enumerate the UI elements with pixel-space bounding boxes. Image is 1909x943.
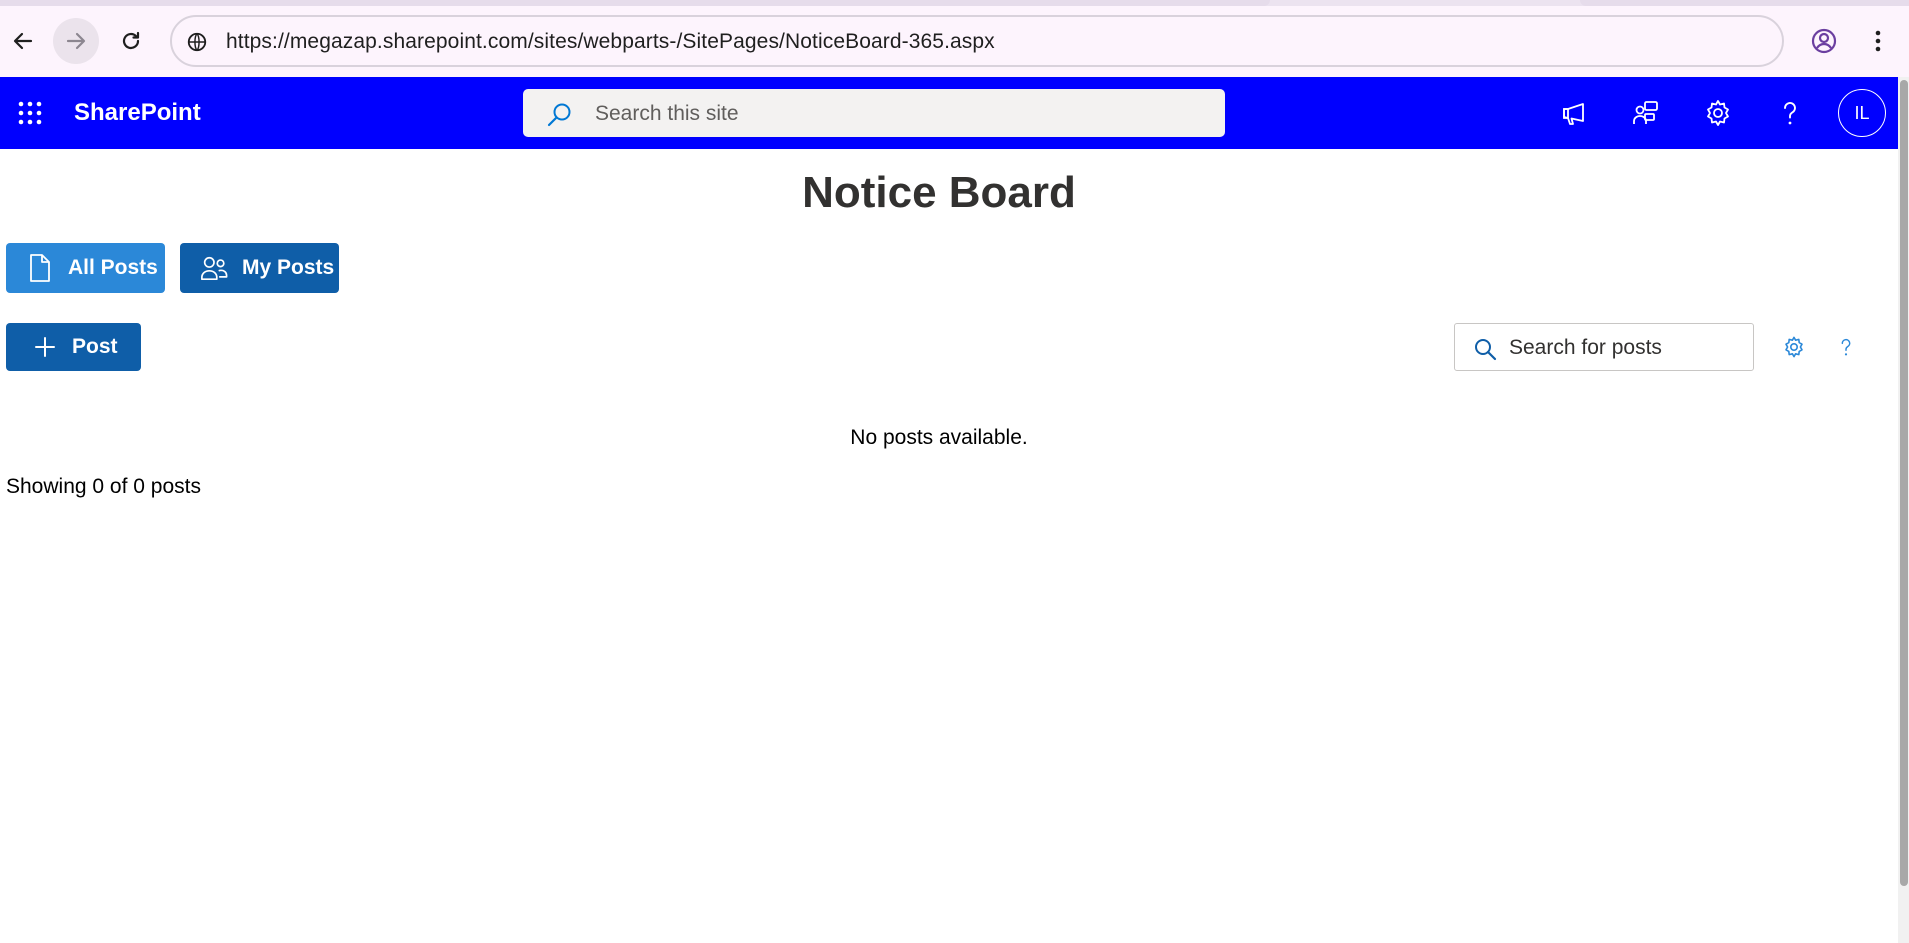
new-post-label: Post xyxy=(72,335,118,358)
account-avatar[interactable]: IL xyxy=(1838,89,1886,137)
reload-button[interactable] xyxy=(108,18,154,64)
site-search-placeholder: Search this site xyxy=(595,102,739,125)
posts-search-box[interactable] xyxy=(1454,323,1754,371)
page-scrollbar-thumb[interactable] xyxy=(1900,80,1908,886)
profile-button[interactable] xyxy=(1801,18,1847,64)
people-icon xyxy=(200,253,228,283)
gear-icon xyxy=(1785,336,1803,358)
gear-icon xyxy=(1707,100,1729,126)
search-icon xyxy=(547,103,571,127)
forward-button[interactable] xyxy=(53,18,99,64)
help-button[interactable] xyxy=(1770,93,1810,133)
browser-menu-button[interactable] xyxy=(1855,18,1901,64)
browser-tab-strip xyxy=(0,0,1909,6)
browser-toolbar: https://megazap.sharepoint.com/sites/web… xyxy=(0,0,1909,77)
help-icon xyxy=(1841,338,1851,356)
suite-bar: SharePoint Search this site IL xyxy=(0,77,1898,149)
browser-tab[interactable] xyxy=(1580,0,1909,6)
announcements-button[interactable] xyxy=(1554,93,1594,133)
app-launcher-button[interactable] xyxy=(10,93,50,133)
my-posts-label: My Posts xyxy=(242,256,335,279)
all-posts-button[interactable]: All Posts xyxy=(6,243,165,293)
posts-count-text: Showing 0 of 0 posts xyxy=(6,475,201,498)
profile-icon xyxy=(1811,28,1837,54)
sharepoint-brand-link[interactable]: SharePoint xyxy=(74,99,201,127)
site-search-box[interactable]: Search this site xyxy=(523,89,1225,137)
board-settings-button[interactable] xyxy=(1781,334,1807,360)
board-help-button[interactable] xyxy=(1833,334,1859,360)
page-title: Notice Board xyxy=(802,168,1076,217)
empty-state-message: No posts available. xyxy=(850,426,1028,449)
arrow-right-icon xyxy=(66,32,86,50)
browser-tab[interactable] xyxy=(0,0,1270,6)
search-icon xyxy=(1475,339,1497,361)
site-info-icon xyxy=(187,32,207,52)
settings-button[interactable] xyxy=(1698,93,1738,133)
plus-icon xyxy=(34,336,56,358)
url-text[interactable]: https://megazap.sharepoint.com/sites/web… xyxy=(226,30,995,54)
all-posts-label: All Posts xyxy=(68,256,158,279)
kebab-menu-icon xyxy=(1875,30,1881,52)
waffle-icon xyxy=(18,101,42,125)
megaphone-icon xyxy=(1563,103,1584,125)
arrow-left-icon xyxy=(13,32,33,50)
back-button[interactable] xyxy=(0,18,46,64)
address-bar[interactable]: https://megazap.sharepoint.com/sites/web… xyxy=(170,15,1784,67)
site-info-button[interactable] xyxy=(182,27,212,57)
help-icon xyxy=(1784,102,1796,125)
new-post-button[interactable]: Post xyxy=(6,323,141,371)
reload-icon xyxy=(122,31,140,50)
posts-search-input[interactable] xyxy=(1509,334,1739,362)
feedback-button[interactable] xyxy=(1626,93,1666,133)
document-icon xyxy=(26,253,54,283)
my-posts-button[interactable]: My Posts xyxy=(180,243,339,293)
feedback-icon xyxy=(1633,101,1658,124)
